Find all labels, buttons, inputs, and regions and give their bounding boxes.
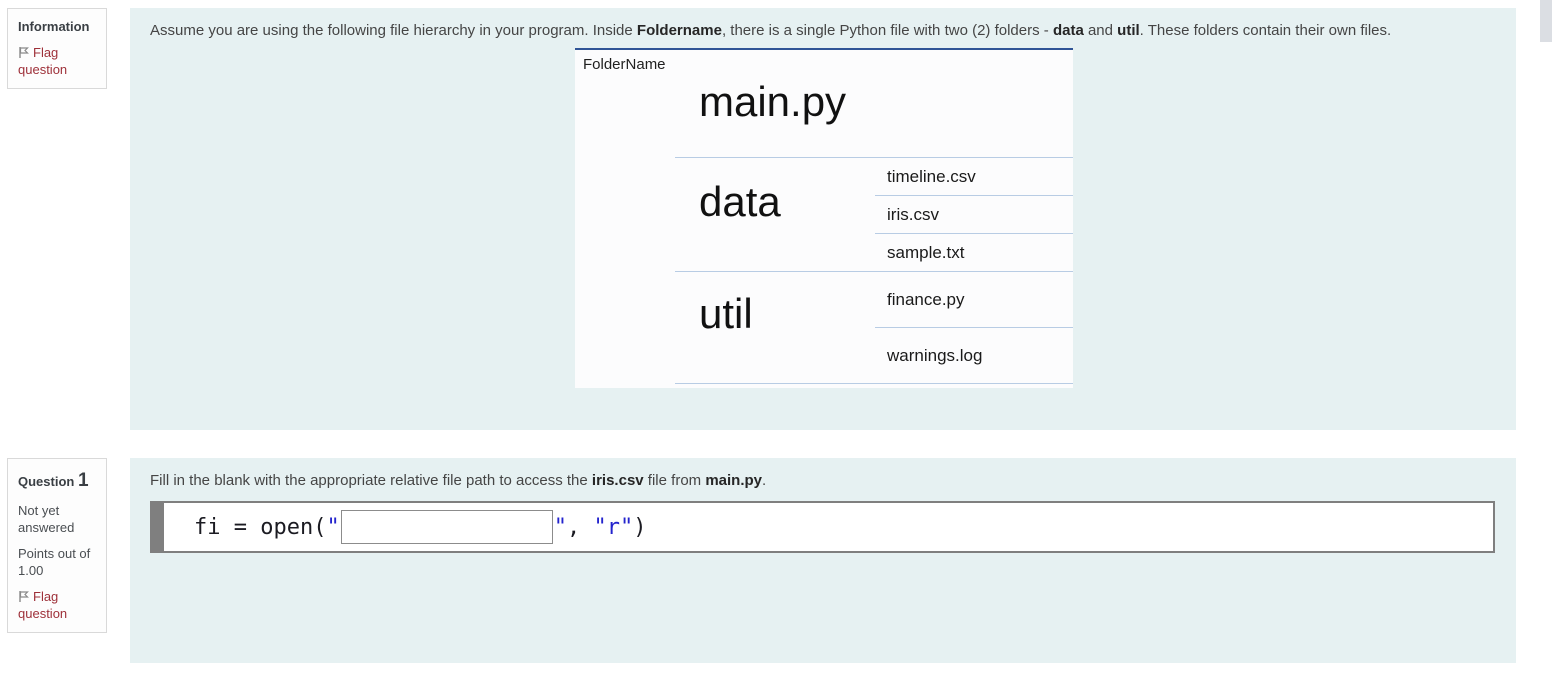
data-folder-files: timeline.csviris.csvsample.txt bbox=[875, 158, 1073, 271]
question-status: Not yet answered bbox=[18, 502, 96, 537]
question-number: 1 bbox=[78, 470, 89, 491]
code-prefix: fi = open( bbox=[194, 515, 326, 540]
vertical-scrollbar-thumb[interactable] bbox=[1540, 0, 1552, 42]
question-points: Points out of 1.00 bbox=[18, 545, 96, 580]
question-prompt: Fill in the blank with the appropriate r… bbox=[150, 472, 1496, 489]
flag-question-link-q1[interactable]: Flag question bbox=[18, 588, 96, 623]
code-snippet-block: fi = open("", "r") bbox=[150, 501, 1495, 553]
flag-icon bbox=[18, 46, 30, 59]
question-label: Question bbox=[18, 474, 74, 489]
diagram-root-file: main.py bbox=[699, 78, 846, 124]
diagram-row-mainpy: main.py bbox=[675, 78, 1073, 158]
data-folder-cell: data bbox=[675, 158, 875, 271]
quiz-page: Information Flag question Question 1 Not… bbox=[0, 0, 1552, 675]
filepath-answer-input[interactable] bbox=[341, 510, 553, 544]
diagram-root-label: FolderName bbox=[575, 50, 1073, 78]
util-folder-files: finance.pywarnings.log bbox=[875, 272, 1073, 383]
util-folder-cell: util bbox=[675, 272, 875, 383]
code-comma: , bbox=[567, 515, 594, 540]
mainpy-cell: main.py bbox=[675, 78, 1073, 157]
code-open-quote: " bbox=[326, 515, 339, 540]
diagram-file-item: iris.csv bbox=[875, 196, 1073, 234]
question-panel: Fill in the blank with the appropriate r… bbox=[130, 458, 1516, 663]
information-box-title: Information bbox=[18, 18, 96, 36]
information-prompt: Assume you are using the following file … bbox=[150, 22, 1496, 39]
util-folder-label: util bbox=[699, 272, 753, 336]
code-suffix: ) bbox=[633, 515, 646, 540]
question-box-title: Question 1 bbox=[18, 468, 96, 494]
diagram-file-item: warnings.log bbox=[875, 328, 1073, 383]
diagram-file-item: timeline.csv bbox=[875, 158, 1073, 196]
code-close-quote: " bbox=[554, 515, 567, 540]
flag-question-link-info[interactable]: Flag question bbox=[18, 44, 96, 79]
data-folder-label: data bbox=[699, 158, 781, 224]
diagram-file-item: sample.txt bbox=[875, 234, 1073, 271]
question-sidebar-box: Question 1 Not yet answered Points out o… bbox=[7, 458, 107, 633]
diagram-row-util-folder: util finance.pywarnings.log bbox=[675, 272, 1073, 384]
diagram-row-data-folder: data timeline.csviris.csvsample.txt bbox=[675, 158, 1073, 272]
information-sidebar-box: Information Flag question bbox=[7, 8, 107, 89]
code-mode-arg: "r" bbox=[593, 515, 633, 540]
diagram-file-item: finance.py bbox=[875, 272, 1073, 328]
flag-icon bbox=[18, 590, 30, 603]
information-panel: Assume you are using the following file … bbox=[130, 8, 1516, 430]
file-hierarchy-diagram: FolderName main.py data timeline.csviris… bbox=[575, 48, 1073, 388]
diagram-rows: main.py data timeline.csviris.csvsample.… bbox=[675, 78, 1073, 384]
